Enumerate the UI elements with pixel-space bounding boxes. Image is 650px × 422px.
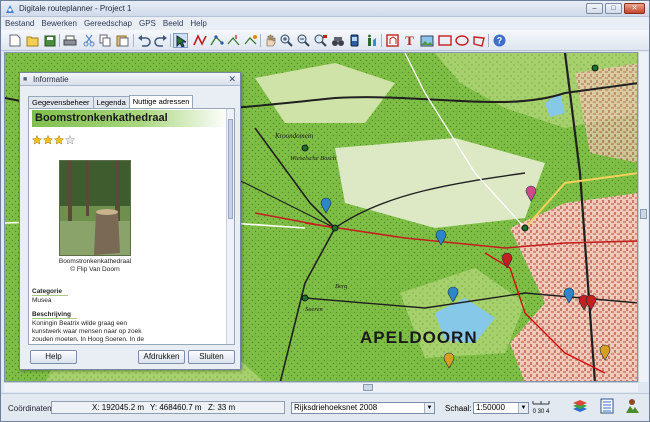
info-panel-titlebar[interactable]: ■ Informatie ✕ (20, 73, 240, 86)
legend-icon[interactable] (598, 398, 616, 416)
menu-help[interactable]: Help (190, 17, 206, 30)
star-rating (32, 135, 75, 145)
gps-icon[interactable] (347, 33, 362, 48)
layers-icon[interactable] (571, 398, 589, 416)
svg-text:?: ? (497, 36, 503, 46)
save-icon[interactable] (42, 33, 57, 48)
map-horizontal-scrollbar[interactable] (4, 382, 638, 392)
rectangle-icon[interactable] (437, 33, 452, 48)
map-label: Kroondomein (274, 132, 314, 140)
poi-icon[interactable] (385, 33, 400, 48)
select-arrow-icon[interactable] (173, 33, 188, 48)
grip-icon[interactable]: ■ (23, 76, 27, 83)
help-icon[interactable]: ? (492, 33, 507, 48)
place-title: Boomstronkenkathedraal (32, 110, 228, 127)
map-layer-select[interactable]: Rijksdriehoeksnet 2008 ▼ (291, 402, 435, 414)
close-icon[interactable]: ✕ (228, 74, 236, 85)
route-edit-icon[interactable] (209, 33, 224, 48)
menu-gereedschap[interactable]: Gereedschap (84, 17, 132, 30)
zoom-area-icon[interactable] (313, 33, 328, 48)
redo-icon[interactable] (153, 33, 168, 48)
scale-bar-text: 0 30 4 (532, 409, 550, 415)
star-icon (43, 135, 53, 145)
app-window: Digitale routeplanner - Project 1 – □ ✕ … (0, 0, 650, 422)
copy-icon[interactable] (98, 33, 113, 48)
window-title: Digitale routeplanner - Project 1 (19, 4, 132, 13)
open-icon[interactable] (25, 33, 40, 48)
scroll-thumb[interactable] (640, 209, 647, 219)
undo-icon[interactable] (136, 33, 151, 48)
image-icon[interactable] (419, 33, 434, 48)
chevron-down-icon[interactable]: ▼ (424, 403, 434, 413)
info-content: Boomstronkenkathedraal Boomstronkenkathe… (28, 108, 235, 345)
zoom-in-icon[interactable] (279, 33, 294, 48)
coordinates-readout: X: 192045.2 m Y: 468460.7 m Z: 33 m (51, 401, 285, 414)
paste-icon[interactable] (115, 33, 130, 48)
description-heading: Beschrijving (32, 311, 78, 319)
close-window-button[interactable]: ✕ (624, 3, 645, 14)
coordinates-label: Coördinaten: (8, 404, 54, 413)
map-vertical-scrollbar[interactable] (638, 52, 648, 382)
category-value: Musea (32, 297, 52, 304)
map-label: Soeren (305, 306, 323, 313)
place-photo (59, 160, 131, 256)
app-logo-icon (6, 5, 14, 13)
ellipse-icon[interactable] (454, 33, 469, 48)
close-button[interactable]: Sluiten (188, 350, 235, 364)
photo-layer-icon[interactable] (623, 398, 641, 416)
info-panel: ■ Informatie ✕ Gegevensbeheer Legenda Nu… (19, 72, 241, 370)
text-icon[interactable]: T (402, 33, 417, 48)
route-join-icon[interactable] (243, 33, 258, 48)
chevron-down-icon[interactable]: ▼ (518, 403, 528, 413)
scale-bar-icon[interactable]: 0 30 4 (532, 398, 550, 416)
star-icon (54, 135, 64, 145)
menu-bewerken[interactable]: Bewerken (41, 17, 77, 30)
map-label: Berg (335, 283, 348, 290)
info-tabs: Gegevensbeheer Legenda Nuttige adressen (28, 95, 194, 108)
star-empty-icon (65, 135, 75, 145)
menu-bestand[interactable]: Bestand (5, 17, 34, 30)
city-label: APELDOORN (360, 328, 478, 347)
scale-select[interactable]: 1:50000 ▼ (473, 402, 529, 414)
route-split-icon[interactable] (226, 33, 241, 48)
zoom-out-icon[interactable] (296, 33, 311, 48)
photo-caption: Boomstronkenkathedraal (58, 258, 132, 265)
print-button[interactable]: Afdrukken (138, 350, 185, 364)
scale-label: Schaal: (445, 404, 472, 413)
tab-gegevensbeheer[interactable]: Gegevensbeheer (28, 96, 94, 108)
star-icon (32, 135, 42, 145)
map-layer-value: Rijksdriehoeksnet 2008 (294, 403, 378, 412)
description-line: zouden moeten. In Hoog Soeren. In de (32, 336, 145, 343)
route-icon[interactable] (192, 33, 207, 48)
pan-hand-icon[interactable] (262, 33, 277, 48)
print-icon[interactable] (62, 33, 77, 48)
minimize-button[interactable]: – (586, 3, 603, 14)
tab-legenda[interactable]: Legenda (92, 96, 130, 108)
menu-beeld[interactable]: Beeld (163, 17, 183, 30)
maximize-button[interactable]: □ (605, 3, 622, 14)
coord-z: Z: 33 m (208, 403, 236, 412)
menu-gps[interactable]: GPS (139, 17, 156, 30)
coord-y: Y: 468460.7 m (150, 403, 202, 412)
scroll-thumb[interactable] (228, 119, 233, 219)
category-heading: Categorie (32, 288, 68, 296)
title-bar: Digitale routeplanner - Project 1 – □ ✕ (1, 1, 649, 17)
scale-value: 1:50000 (476, 403, 505, 412)
photo-credit: © Flip Van Doorn (70, 266, 120, 273)
cut-icon[interactable] (81, 33, 96, 48)
map-label: Wieselsche Bosch (290, 155, 336, 162)
scroll-thumb[interactable] (363, 384, 373, 391)
help-button[interactable]: Help (30, 350, 77, 364)
info-scrollbar[interactable] (226, 109, 234, 344)
tab-nuttige-adressen[interactable]: Nuttige adressen (128, 95, 194, 108)
new-icon[interactable] (7, 33, 22, 48)
toolbar: T ? (1, 30, 649, 51)
binoculars-icon[interactable] (330, 33, 345, 48)
status-bar: Coördinaten: X: 192045.2 m Y: 468460.7 m… (1, 393, 649, 421)
polygon-icon[interactable] (471, 33, 486, 48)
menu-bar: Bestand Bewerken Gereedschap GPS Beeld H… (1, 17, 649, 30)
info-icon[interactable] (364, 33, 379, 48)
info-panel-title: Informatie (33, 75, 69, 84)
coord-x: X: 192045.2 m (92, 403, 145, 412)
